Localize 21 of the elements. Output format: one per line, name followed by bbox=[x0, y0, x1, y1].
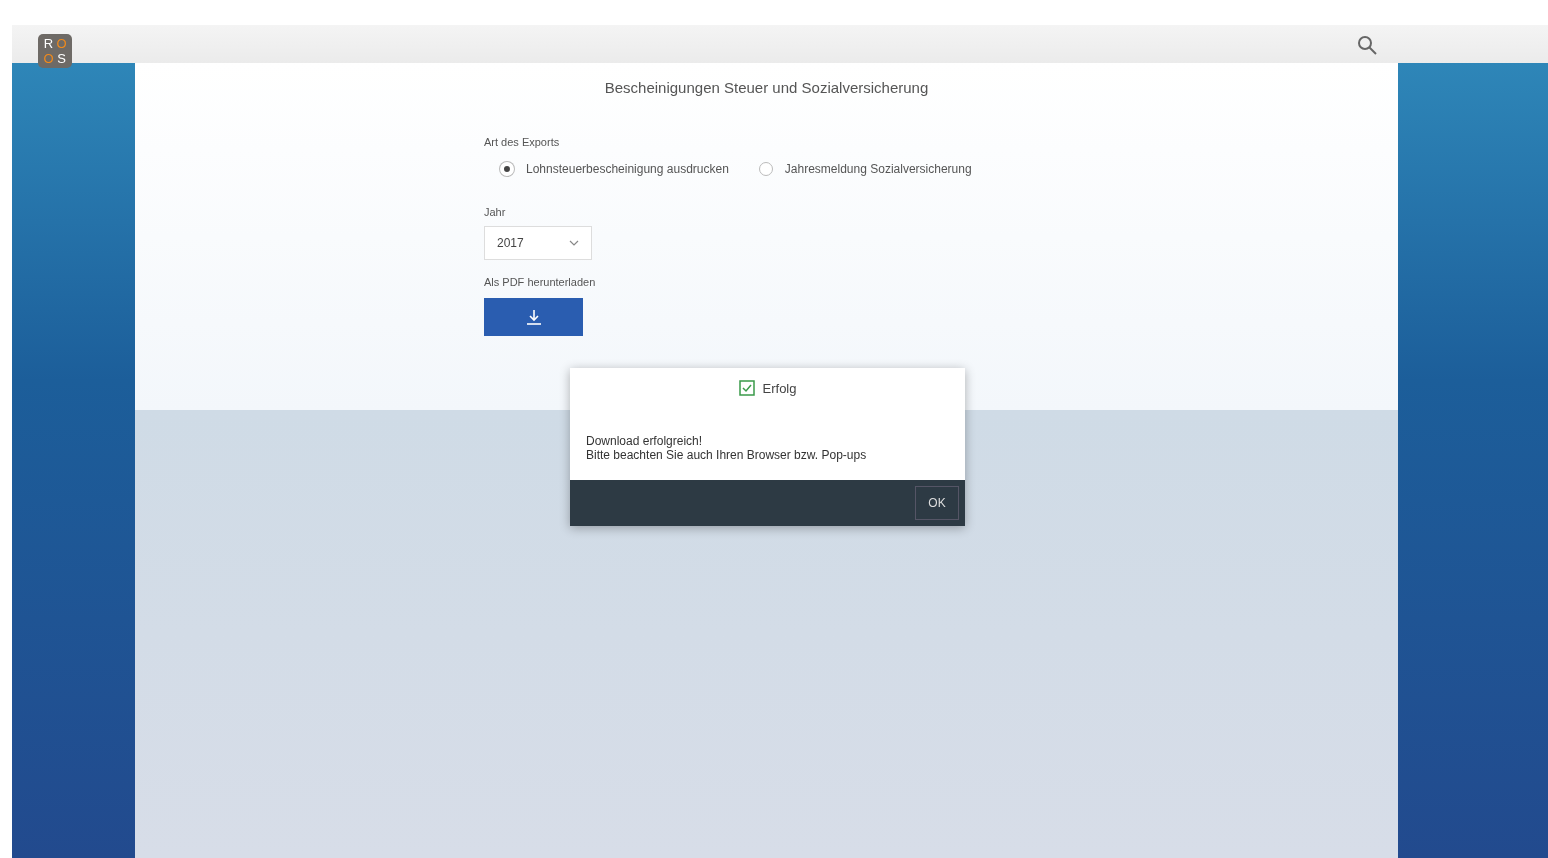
dialog-message: Download erfolgreich! bbox=[586, 434, 704, 448]
logo-letter: O bbox=[42, 51, 55, 66]
page-title: Bescheinigungen Steuer und Sozialversicherung bbox=[603, 79, 930, 96]
dialog-message: Bitte beachten Sie auch Ihren Browser bzw. Pop-ups bbox=[586, 448, 868, 462]
logo-letter: R bbox=[42, 36, 55, 51]
field-label: Jahr bbox=[484, 206, 506, 218]
year-dropdown[interactable]: 2017 bbox=[484, 226, 592, 260]
radio-option[interactable]: Jahresmeldung Sozialversicherung bbox=[758, 162, 972, 176]
radio-option[interactable]: Lohnsteuerbescheinigung ausdrucken bbox=[500, 162, 729, 176]
download-icon bbox=[524, 308, 543, 326]
logo[interactable]: R O O S bbox=[38, 34, 72, 68]
search-icon[interactable] bbox=[1356, 34, 1378, 56]
field-label: Als PDF herunterladen bbox=[484, 276, 596, 288]
radio-button[interactable] bbox=[758, 162, 773, 176]
success-icon bbox=[738, 380, 755, 396]
logo-letter: S bbox=[56, 51, 67, 66]
dialog-title: Erfolg bbox=[762, 380, 797, 396]
logo-letter: O bbox=[55, 36, 68, 51]
field-label: Art des Exports bbox=[484, 136, 560, 148]
ok-button[interactable]: OK bbox=[915, 486, 959, 520]
chevron-down-icon bbox=[569, 240, 579, 246]
